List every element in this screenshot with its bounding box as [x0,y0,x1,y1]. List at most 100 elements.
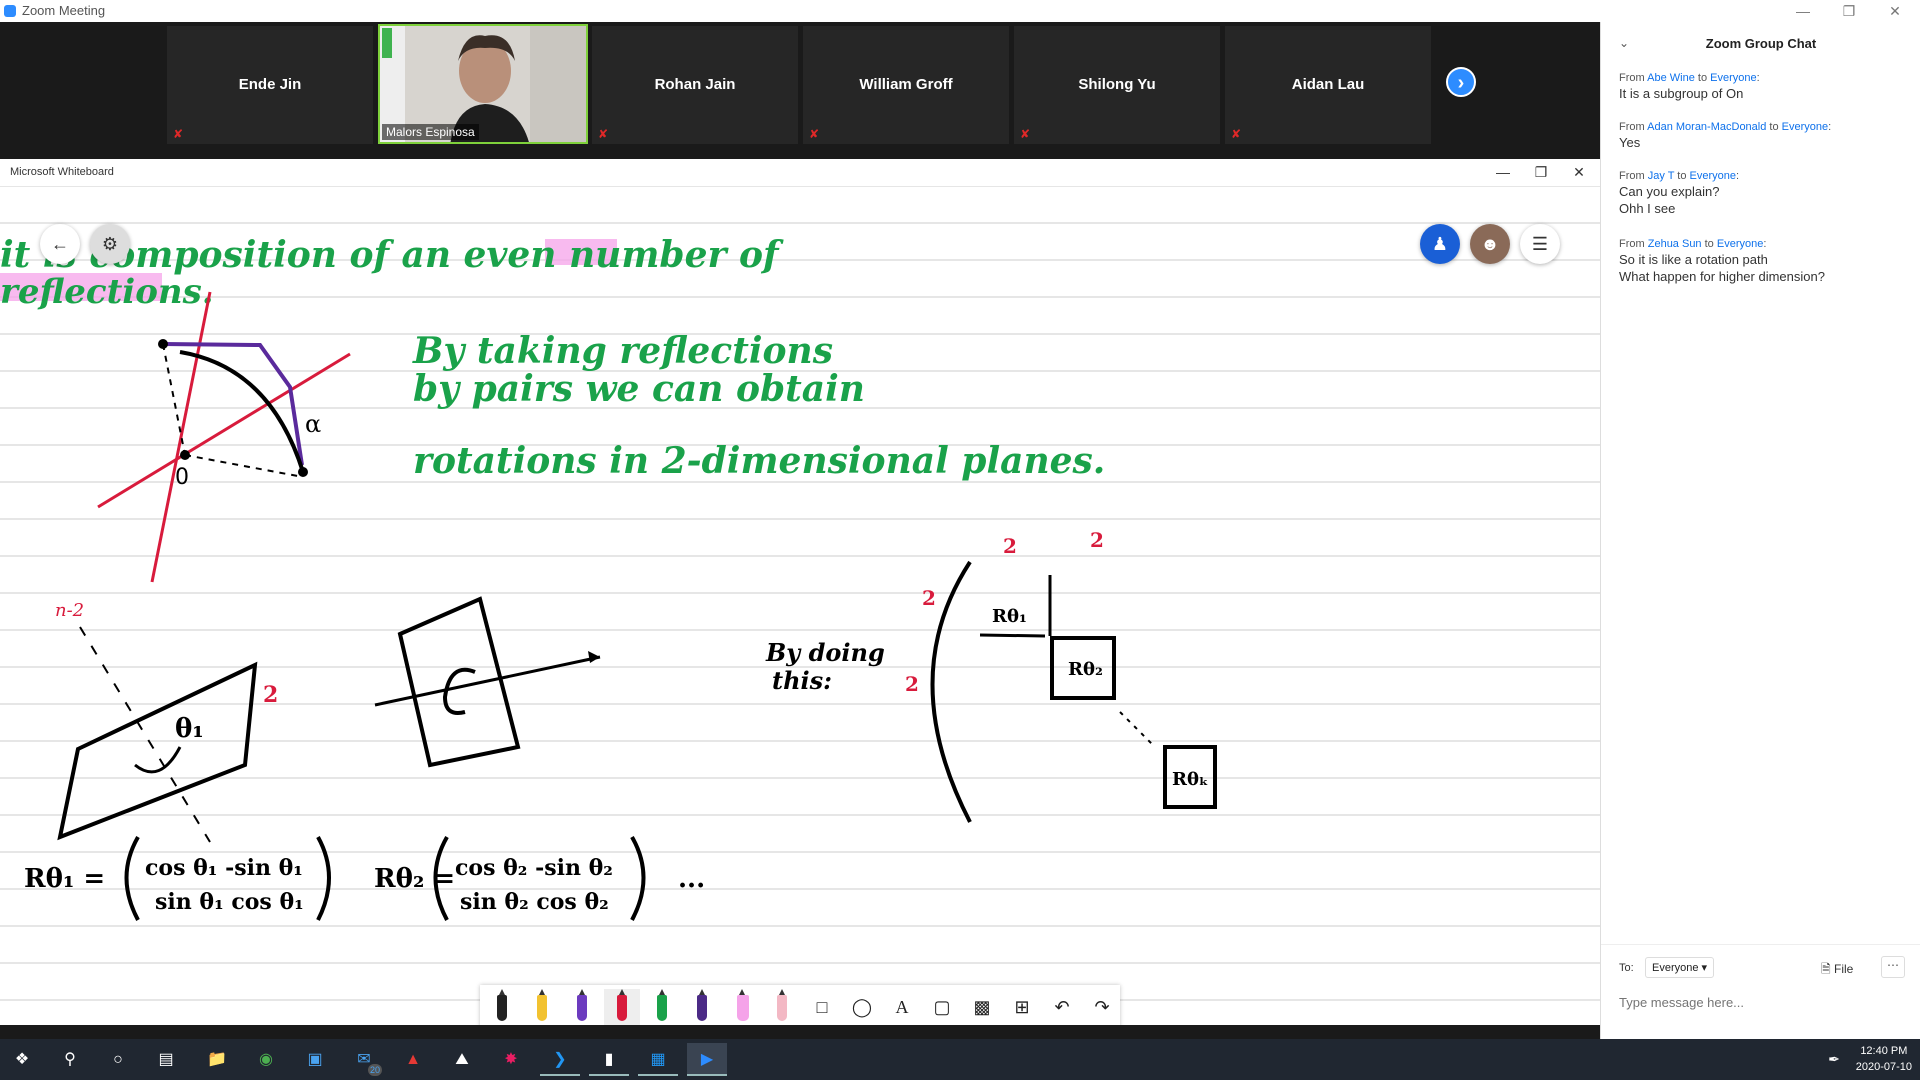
store-icon[interactable]: ▣ [295,1043,335,1076]
svg-text:cos θ₂ -sin θ₂: cos θ₂ -sin θ₂ [455,855,613,881]
vscode-icon[interactable]: ❯ [540,1043,580,1076]
svg-text:α: α [305,410,321,438]
avatar[interactable]: ☻ [1470,224,1510,264]
cortana-icon[interactable]: ○ [98,1043,138,1076]
svg-text:cos θ₁ -sin θ₁: cos θ₁ -sin θ₁ [145,855,303,881]
svg-text:sin θ₂ cos θ₂: sin θ₂ cos θ₂ [460,889,609,915]
svg-text:...: ... [678,864,705,894]
chrome-icon[interactable]: ◉ [246,1043,286,1076]
svg-text:2: 2 [922,586,936,610]
red-pen-tool[interactable] [604,989,640,1025]
redo-icon[interactable]: ↷ [1084,989,1120,1025]
participant-video-tile[interactable]: Malors Espinosa [378,24,588,144]
whiteboard-app-icon[interactable]: ▦ [638,1043,678,1076]
photos-icon[interactable]: ⛰ [442,1043,482,1076]
ink-line: By taking reflections [412,330,833,372]
time: 12:40 PM [1860,1045,1908,1057]
chat-title: Zoom Group Chat [1705,36,1817,51]
whiteboard-canvas[interactable]: it is composition of an even number of r… [0,187,1600,1025]
participant-tile[interactable]: Aidan Lau ✘ [1225,26,1431,144]
text-tool-icon[interactable]: A [884,989,920,1025]
zoom-app-icon[interactable]: ▶ [687,1043,727,1076]
recipient-dropdown[interactable]: Everyone ▾ [1645,957,1715,978]
participant-name: Rohan Jain [654,76,736,93]
mail-icon[interactable]: ✉ 20 [344,1043,384,1076]
pen-ink-icon[interactable]: ✒ [1814,1043,1854,1076]
muted-mic-icon: ✘ [809,127,820,141]
svg-text:0: 0 [175,465,189,490]
participant-name: William Groff [859,76,953,93]
slack-icon[interactable]: ✸ [491,1043,531,1076]
task-view-icon[interactable]: ▤ [146,1043,186,1076]
whiteboard-ink: it is composition of an even number of r… [0,234,1217,921]
search-icon[interactable]: ⚲ [50,1043,90,1076]
svg-text:By doing: By doing [765,638,885,667]
whiteboard-window: Microsoft Whiteboard — ❐ ✕ it is composi… [0,159,1600,1025]
chat-message: From Abe Wine to Everyone: It is a subgr… [1619,72,1760,101]
menu-hamburger-icon[interactable]: ☰ [1520,224,1560,264]
participant-name: Aidan Lau [1291,76,1365,93]
muted-mic-icon: ✘ [598,127,609,141]
participant-tile[interactable]: Rohan Jain ✘ [592,26,798,144]
chat-panel: ⌄ Zoom Group Chat From Abe Wine to Every… [1600,22,1920,1039]
terminal-icon[interactable]: ▮ [589,1043,629,1076]
participant-name: Ende Jin [238,76,302,93]
reflection-sketch: 0 α [97,291,351,583]
participant-tile[interactable]: Shilong Yu ✘ [1014,26,1220,144]
minimize-button[interactable]: — [1780,0,1826,22]
next-page-arrow-icon[interactable]: › [1446,67,1476,97]
purple-pen-tool[interactable] [564,989,600,1025]
file-explorer-icon[interactable]: 📁 [197,1043,237,1076]
ruler-icon[interactable]: □ [804,989,840,1025]
undo-icon[interactable]: ↶ [1044,989,1080,1025]
svg-text:2: 2 [1003,534,1017,558]
participant-tile[interactable]: Ende Jin ✘ [167,26,373,144]
muted-mic-icon: ✘ [1020,127,1031,141]
add-icon[interactable]: ⊞ [1004,989,1040,1025]
invite-user-icon[interactable]: ♟ [1420,224,1460,264]
back-arrow-icon[interactable]: ← [40,224,80,264]
participant-name: Shilong Yu [1078,76,1156,93]
to-label: To: [1619,962,1634,974]
restore-button[interactable]: ❐ [1826,0,1872,22]
mail-badge: 20 [367,1064,382,1076]
yellow-pen-tool[interactable] [524,989,560,1025]
violet-pen-tool[interactable] [684,989,720,1025]
settings-gear-icon[interactable]: ⚙ [90,224,130,264]
svg-text:θ₁: θ₁ [175,714,204,744]
ink-line: reflections. [0,272,214,312]
close-button[interactable]: ✕ [1872,0,1918,22]
muted-mic-icon: ✘ [1231,127,1242,141]
image-icon[interactable]: ▩ [964,989,1000,1025]
ink-line: by pairs we can obtain [413,368,865,410]
lasso-icon[interactable]: ◯ [844,989,880,1025]
clock[interactable]: 12:40 PM 2020-07-10 [1856,1043,1912,1075]
pen-toolbar: □ ◯ A ▢ ▩ ⊞ ↶ ↷ [480,985,1120,1025]
wb-close-button[interactable]: ✕ [1560,159,1598,186]
divider [1601,944,1920,945]
zoom-app-icon [4,5,16,17]
wb-restore-button[interactable]: ❐ [1522,159,1560,186]
wb-minimize-button[interactable]: — [1484,159,1522,186]
eraser-icon[interactable] [764,989,800,1025]
block-matrix-sketch: Rθ₁ Rθ₂ Rθₖ 2 2 2 2 By doing this: [765,528,1217,823]
ink-line: rotations in 2-dimensional planes. [413,440,1105,482]
note-icon[interactable]: ▢ [924,989,960,1025]
acrobat-icon[interactable]: ▲ [393,1043,433,1076]
svg-text:Rθ₁ =: Rθ₁ = [24,864,105,894]
chat-message: From Zehua Sun to Everyone: So it is lik… [1619,238,1825,284]
file-button[interactable]: 🗎 File [1821,960,1853,981]
svg-text:2: 2 [905,672,919,696]
more-options-icon[interactable]: ⋯ [1881,956,1905,978]
svg-text:sin θ₁ cos θ₁: sin θ₁ cos θ₁ [155,889,304,915]
svg-text:this:: this: [772,666,832,695]
svg-text:Rθₖ: Rθₖ [1172,769,1208,790]
muted-mic-icon: ✘ [173,127,184,141]
black-pen-tool[interactable] [484,989,520,1025]
chat-message-input[interactable] [1619,990,1909,1014]
highlighter-tool[interactable] [724,989,760,1025]
participant-tile[interactable]: William Groff ✘ [803,26,1009,144]
participant-gallery: Ende Jin ✘ Malors Espinosa Rohan Jain ✘ … [0,22,1600,159]
windows-start-icon[interactable]: ❖ [2,1043,42,1076]
green-pen-tool[interactable] [644,989,680,1025]
